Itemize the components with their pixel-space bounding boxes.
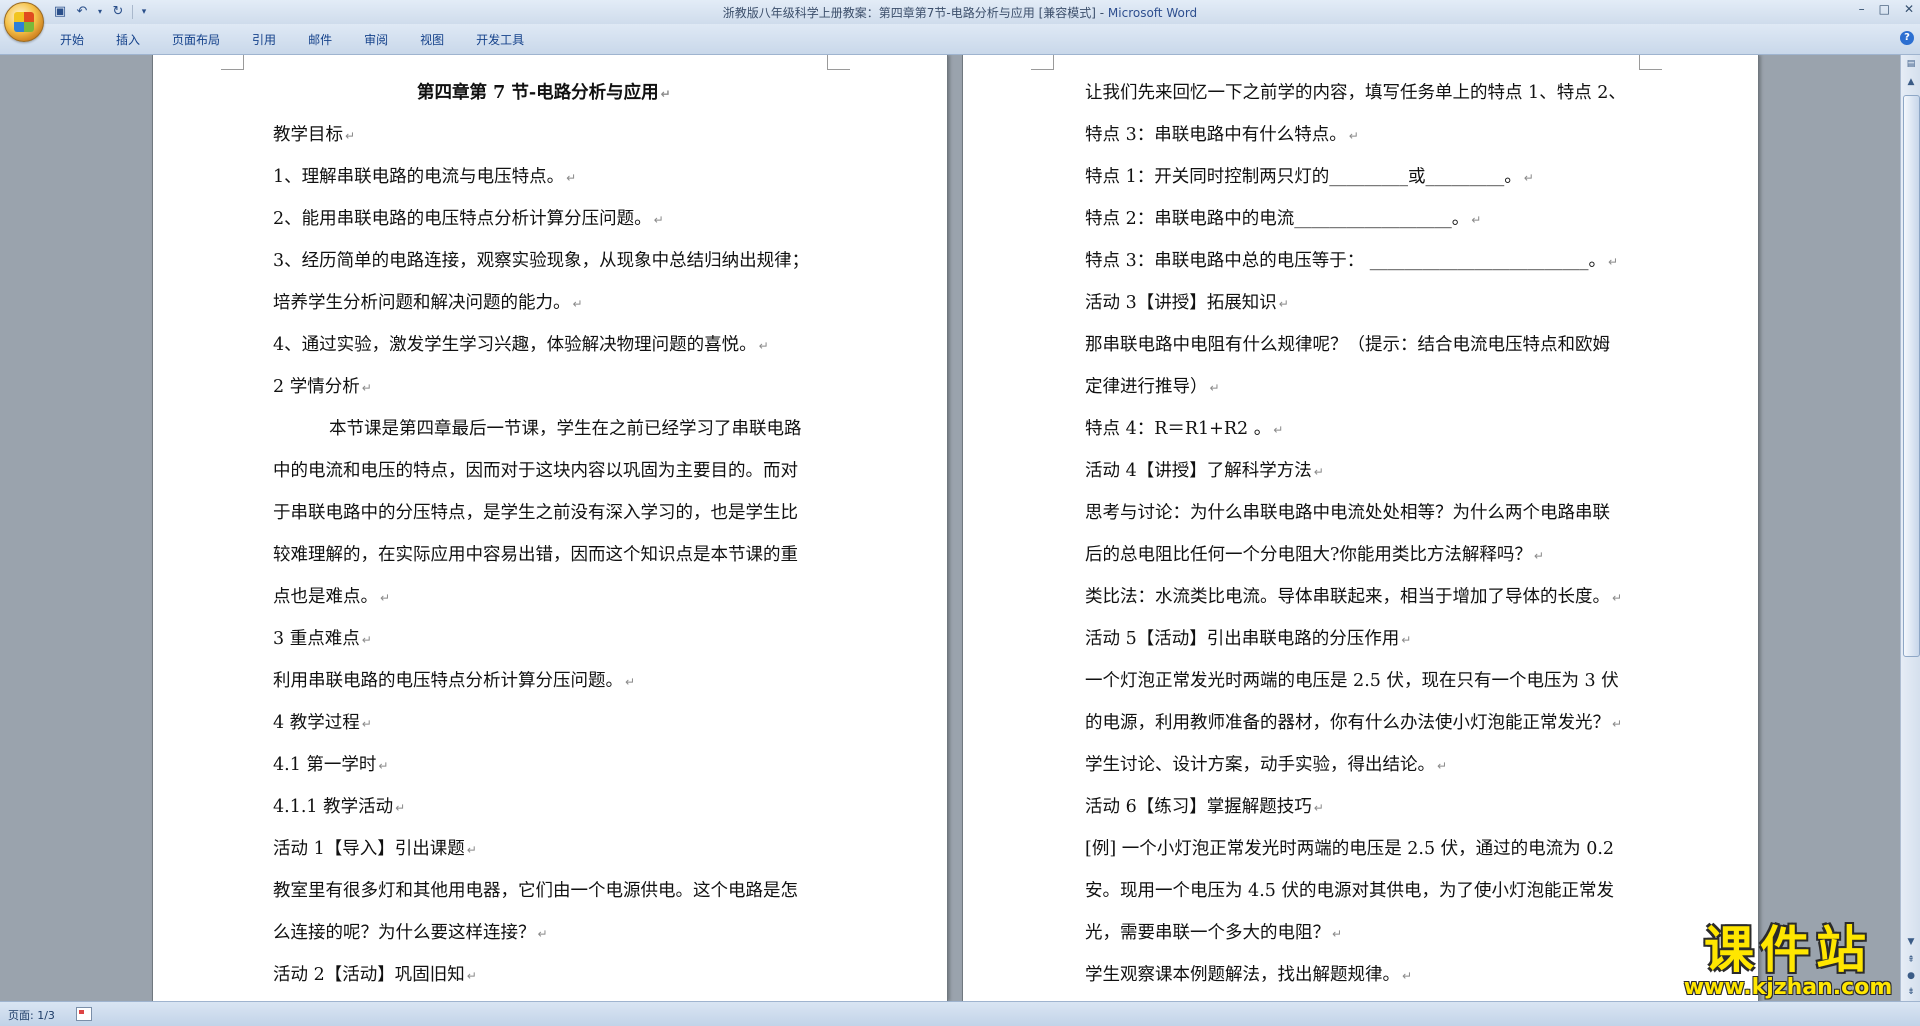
document-heading: 第四章第 7 节-电路分析与应用 ↵ xyxy=(417,83,671,103)
paragraph: 学生观察课本例题解法，找出解题规律。 ↵ xyxy=(1085,965,1413,985)
status-bar: 页面: 1/3 xyxy=(0,1001,1920,1026)
title-bar: ▣ ↶ ▾ ↻ ▾ 浙教版八年级科学上册教案：第四章第7节-电路分析与应用 [兼… xyxy=(0,0,1920,42)
window-title: 浙教版八年级科学上册教案：第四章第7节-电路分析与应用 [兼容模式] - Mic… xyxy=(0,4,1920,21)
paragraph: 活动 3【讲授】拓展知识 ↵ xyxy=(1085,293,1289,313)
paragraph: 教学目标 ↵ xyxy=(273,125,356,145)
paragraph: 活动 2【活动】巩固旧知 ↵ xyxy=(273,965,477,985)
paragraph: 让我们先来回忆一下之前学的内容，填写任务单上的特点 1、特点 2、 xyxy=(1085,83,1626,103)
paragraph: 特点 4：R＝R1+R2 。 ↵ xyxy=(1085,419,1284,439)
paragraph: 定律进行推导） ↵ xyxy=(1085,377,1220,397)
tab-page-layout[interactable]: 页面布局 xyxy=(156,31,236,49)
watermark-url: www.kjzhan.com xyxy=(1683,975,1893,1000)
watermark-title: 课件站 xyxy=(1704,921,1872,979)
paragraph: 么连接的呢？为什么要这样连接？ ↵ xyxy=(273,923,548,943)
minimize-icon[interactable]: – xyxy=(1859,2,1865,16)
page-indicator[interactable]: 页面: 1/3 xyxy=(8,1007,55,1023)
close-icon[interactable]: ✕ xyxy=(1904,2,1914,16)
paragraph: 特点 1：开关同时控制两只灯的_________或_________。 ↵ xyxy=(1085,167,1534,187)
paragraph: 于串联电路中的分压特点，是学生之前没有深入学习的，也是学生比 xyxy=(273,503,798,523)
ruler-toggle-icon[interactable]: ▤ xyxy=(1904,57,1918,71)
paragraph: 3 重点难点 ↵ xyxy=(273,629,372,649)
paragraph: 3、经历简单的电路连接，观察实验现象，从现象中总结归纳出规律； xyxy=(273,251,810,271)
ribbon-tab-bar: 开始 插入 页面布局 引用 邮件 审阅 视图 开发工具 ? xyxy=(0,24,1920,55)
tab-developer[interactable]: 开发工具 xyxy=(460,31,540,49)
paragraph: 的电源，利用教师准备的器材，你有什么办法使小灯泡能正常发光？ ↵ xyxy=(1085,713,1623,733)
paragraph: 2、能用串联电路的电压特点分析计算分压问题。 ↵ xyxy=(273,209,664,229)
paragraph: 教室里有很多灯和其他用电器，它们由一个电源供电。这个电路是怎 xyxy=(273,881,798,901)
paragraph: 中的电流和电压的特点，因而对于这块内容以巩固为主要目的。而对 xyxy=(273,461,798,481)
proofing-icon[interactable] xyxy=(76,1007,92,1021)
paragraph: 较难理解的，在实际应用中容易出错，因而这个知识点是本节课的重 xyxy=(273,545,798,565)
paragraph: 利用串联电路的电压特点分析计算分压问题。 ↵ xyxy=(273,671,636,691)
paragraph: 2 学情分析 ↵ xyxy=(273,377,372,397)
tab-view[interactable]: 视图 xyxy=(404,31,460,49)
application-name: Microsoft Word xyxy=(1107,6,1198,20)
paragraph: [例] 一个小灯泡正常发光时两端的电压是 2.5 伏，通过的电流为 0.2 xyxy=(1085,839,1615,859)
tab-references[interactable]: 引用 xyxy=(236,31,292,49)
paragraph: 思考与讨论：为什么串联电路中电流处处相等？为什么两个电路串联 xyxy=(1085,503,1610,523)
tab-review[interactable]: 审阅 xyxy=(348,31,404,49)
office-logo-icon xyxy=(14,12,34,32)
paragraph: 活动 1【导入】引出课题 ↵ xyxy=(273,839,477,859)
page-left[interactable]: 第四章第 7 节-电路分析与应用 ↵ 教学目标 ↵ 1、理解串联电路的电流与电压特点… xyxy=(152,55,948,1001)
maximize-icon[interactable]: □ xyxy=(1879,2,1890,16)
paragraph: 1、理解串联电路的电流与电压特点。 ↵ xyxy=(273,167,577,187)
scroll-up-icon[interactable]: ▲ xyxy=(1904,75,1918,89)
scroll-thumb[interactable] xyxy=(1903,95,1920,657)
paragraph: 点也是难点。 ↵ xyxy=(273,587,391,607)
paragraph: 后的总电阻比任何一个分电阻大?你能用类比方法解释吗？ ↵ xyxy=(1085,545,1544,565)
vertical-scrollbar[interactable]: ▤ ▲ ▼ ⇞ ● ⇟ xyxy=(1900,55,1920,1001)
paragraph: 特点 3：串联电路中总的电压等于： ______________________… xyxy=(1085,251,1619,271)
office-button[interactable] xyxy=(4,2,44,42)
margin-mark xyxy=(221,55,244,70)
paragraph: 特点 2：串联电路中的电流__________________。 ↵ xyxy=(1085,209,1482,229)
paragraph: 4.1.1 教学活动 ↵ xyxy=(273,797,406,817)
window-controls: – □ ✕ xyxy=(1859,2,1914,16)
margin-mark xyxy=(1031,55,1054,70)
paragraph: 培养学生分析问题和解决问题的能力。 ↵ xyxy=(273,293,583,313)
tab-insert[interactable]: 插入 xyxy=(100,31,156,49)
document-title: 浙教版八年级科学上册教案：第四章第7节-电路分析与应用 [兼容模式] - xyxy=(722,6,1108,20)
help-icon[interactable]: ? xyxy=(1900,31,1914,45)
paragraph: 类比法：水流类比电流。导体串联起来，相当于增加了导体的长度。 ↵ xyxy=(1085,587,1623,607)
site-watermark: 课件站 www.kjzhan.com xyxy=(1668,923,1908,1001)
ribbon-tabs: 开始 插入 页面布局 引用 邮件 审阅 视图 开发工具 xyxy=(50,31,540,49)
document-workspace: 第四章第 7 节-电路分析与应用 ↵ 教学目标 ↵ 1、理解串联电路的电流与电压特点… xyxy=(0,55,1900,1001)
paragraph: 4、通过实验，激发学生学习兴趣，体验解决物理问题的喜悦。 ↵ xyxy=(273,335,769,355)
paragraph: 4 教学过程 ↵ xyxy=(273,713,372,733)
paragraph: 4.1 第一学时 ↵ xyxy=(273,755,389,775)
paragraph: 那串联电路中电阻有什么规律呢？（提示：结合电流电压特点和欧姆 xyxy=(1085,335,1610,355)
paragraph: 活动 5【活动】引出串联电路的分压作用 ↵ xyxy=(1085,629,1412,649)
paragraph: 活动 6【练习】掌握解题技巧 ↵ xyxy=(1085,797,1324,817)
paragraph: 安。现用一个电压为 4.5 伏的电源对其供电，为了使小灯泡能正常发 xyxy=(1085,881,1614,901)
tab-home[interactable]: 开始 xyxy=(50,31,100,49)
paragraph: 学生讨论、设计方案，动手实验，得出结论。 ↵ xyxy=(1085,755,1448,775)
paragraph: 特点 3：串联电路中有什么特点。 ↵ xyxy=(1085,125,1359,145)
paragraph: 一个灯泡正常发光时两端的电压是 2.5 伏，现在只有一个电压为 3 伏 xyxy=(1085,671,1619,691)
paragraph: 活动 4【讲授】了解科学方法 ↵ xyxy=(1085,461,1324,481)
margin-mark xyxy=(827,55,850,70)
paragraph: 光，需要串联一个多大的电阻？ ↵ xyxy=(1085,923,1343,943)
tab-mailings[interactable]: 邮件 xyxy=(292,31,348,49)
margin-mark xyxy=(1639,55,1662,70)
paragraph: 本节课是第四章最后一节课，学生在之前已经学习了串联电路 xyxy=(329,419,802,439)
page-right[interactable]: 让我们先来回忆一下之前学的内容，填写任务单上的特点 1、特点 2、 特点 3：串… xyxy=(962,55,1759,1001)
